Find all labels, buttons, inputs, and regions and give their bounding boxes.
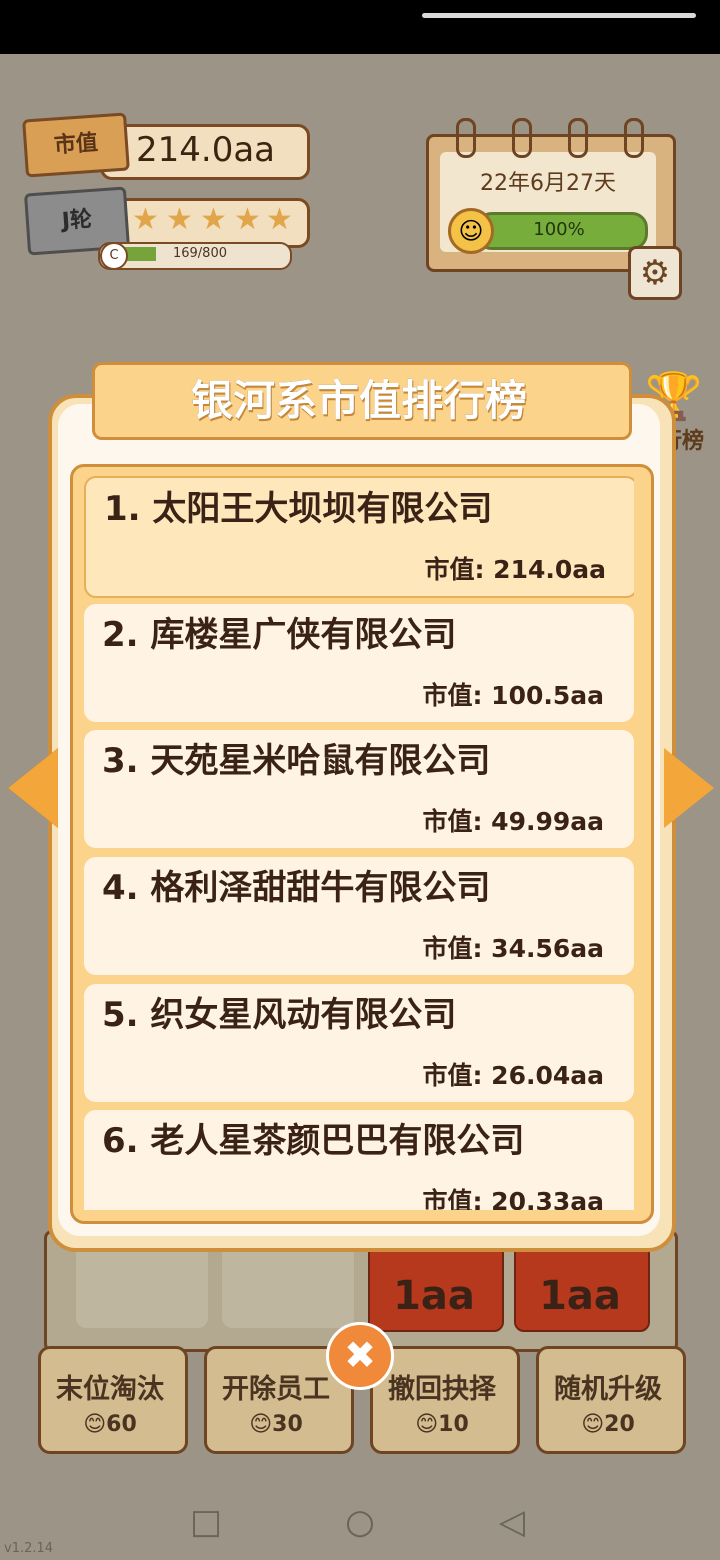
calendar-ring-icon	[456, 118, 476, 158]
employee-card-label: 1aa	[393, 1273, 475, 1319]
ranking-row: 1. 太阳王大坝坝有限公司 市值: 214.0aa	[84, 476, 634, 598]
company-market-value: 市值: 20.33aa	[422, 1187, 604, 1210]
ranking-row: 3. 天苑星米哈鼠有限公司 市值: 49.99aa	[84, 730, 634, 848]
fire-employee-cost: 😊30	[249, 1412, 303, 1437]
calendar-ring-icon	[512, 118, 532, 158]
market-badge: 市值	[22, 112, 130, 178]
fire-employee-label: 开除员工	[222, 1374, 330, 1405]
calendar-ring-icon	[568, 118, 588, 158]
company-name: 3. 天苑星米哈鼠有限公司	[102, 741, 491, 781]
company-name: 4. 格利泽甜甜牛有限公司	[102, 868, 491, 908]
gesture-pill	[422, 13, 696, 18]
employee-card-label: 1aa	[539, 1273, 621, 1319]
ranking-row: 5. 织女星风动有限公司 市值: 26.04aa	[84, 984, 634, 1102]
recents-nav-icon[interactable]: □	[184, 1500, 228, 1544]
random-upgrade-cost: 😊20	[581, 1412, 635, 1437]
company-name: 2. 库楼星广侠有限公司	[102, 615, 457, 655]
close-icon[interactable]: ✖	[326, 1322, 394, 1390]
happiness-value: 100%	[533, 219, 585, 240]
company-market-value: 市值: 214.0aa	[424, 555, 606, 584]
random-upgrade-label: 随机升级	[554, 1374, 662, 1405]
settings-gear-icon[interactable]: ⚙	[628, 246, 682, 300]
company-market-value: 市值: 34.56aa	[422, 934, 604, 963]
company-name: 6. 老人星茶颜巴巴有限公司	[102, 1121, 525, 1161]
ranking-row: 2. 库楼星广侠有限公司 市值: 100.5aa	[84, 604, 634, 722]
eliminate-last-label: 末位淘汰	[56, 1374, 164, 1405]
leaderboard-title: 银河系市值排行榜	[190, 376, 527, 425]
next-page-arrow-icon[interactable]	[664, 748, 714, 828]
empty-slot[interactable]	[222, 1244, 354, 1328]
undo-choice-cost: 😊10	[415, 1412, 469, 1437]
company-market-value: 市值: 26.04aa	[422, 1061, 604, 1090]
smiley-icon: ☺	[448, 208, 494, 254]
undo-choice-label: 撤回抉择	[388, 1374, 496, 1405]
ranking-list[interactable]: 1. 太阳王大坝坝有限公司 市值: 214.0aa 2. 库楼星广侠有限公司 市…	[84, 476, 634, 1210]
company-name: 1. 太阳王大坝坝有限公司	[104, 489, 493, 529]
eliminate-last-cost: 😊60	[83, 1412, 137, 1437]
company-market-value: 市值: 49.99aa	[422, 807, 604, 836]
star-icon: ★	[200, 202, 227, 237]
market-value: 214.0aa	[136, 130, 276, 170]
home-nav-icon[interactable]: ○	[338, 1500, 382, 1544]
company-name: 5. 织女星风动有限公司	[102, 995, 457, 1035]
version-label: v1.2.14	[4, 1541, 54, 1556]
level-progress-text: 169/800	[172, 246, 227, 261]
star-icon: ★	[234, 202, 261, 237]
calendar-date: 22年6月27天	[480, 171, 616, 196]
company-market-value: 市值: 100.5aa	[422, 681, 604, 710]
star-icon: ★	[266, 202, 293, 237]
status-bar	[0, 0, 720, 54]
previous-page-arrow-icon[interactable]	[8, 748, 58, 828]
back-nav-icon[interactable]: ◁	[490, 1500, 534, 1544]
ranking-row: 6. 老人星茶颜巴巴有限公司 市值: 20.33aa	[84, 1110, 634, 1210]
empty-slot[interactable]	[76, 1244, 208, 1328]
level-badge: C	[100, 242, 128, 270]
star-icon: ★	[132, 202, 159, 237]
calendar-ring-icon	[624, 118, 644, 158]
star-icon: ★	[166, 202, 193, 237]
ranking-row: 4. 格利泽甜甜牛有限公司 市值: 34.56aa	[84, 857, 634, 975]
